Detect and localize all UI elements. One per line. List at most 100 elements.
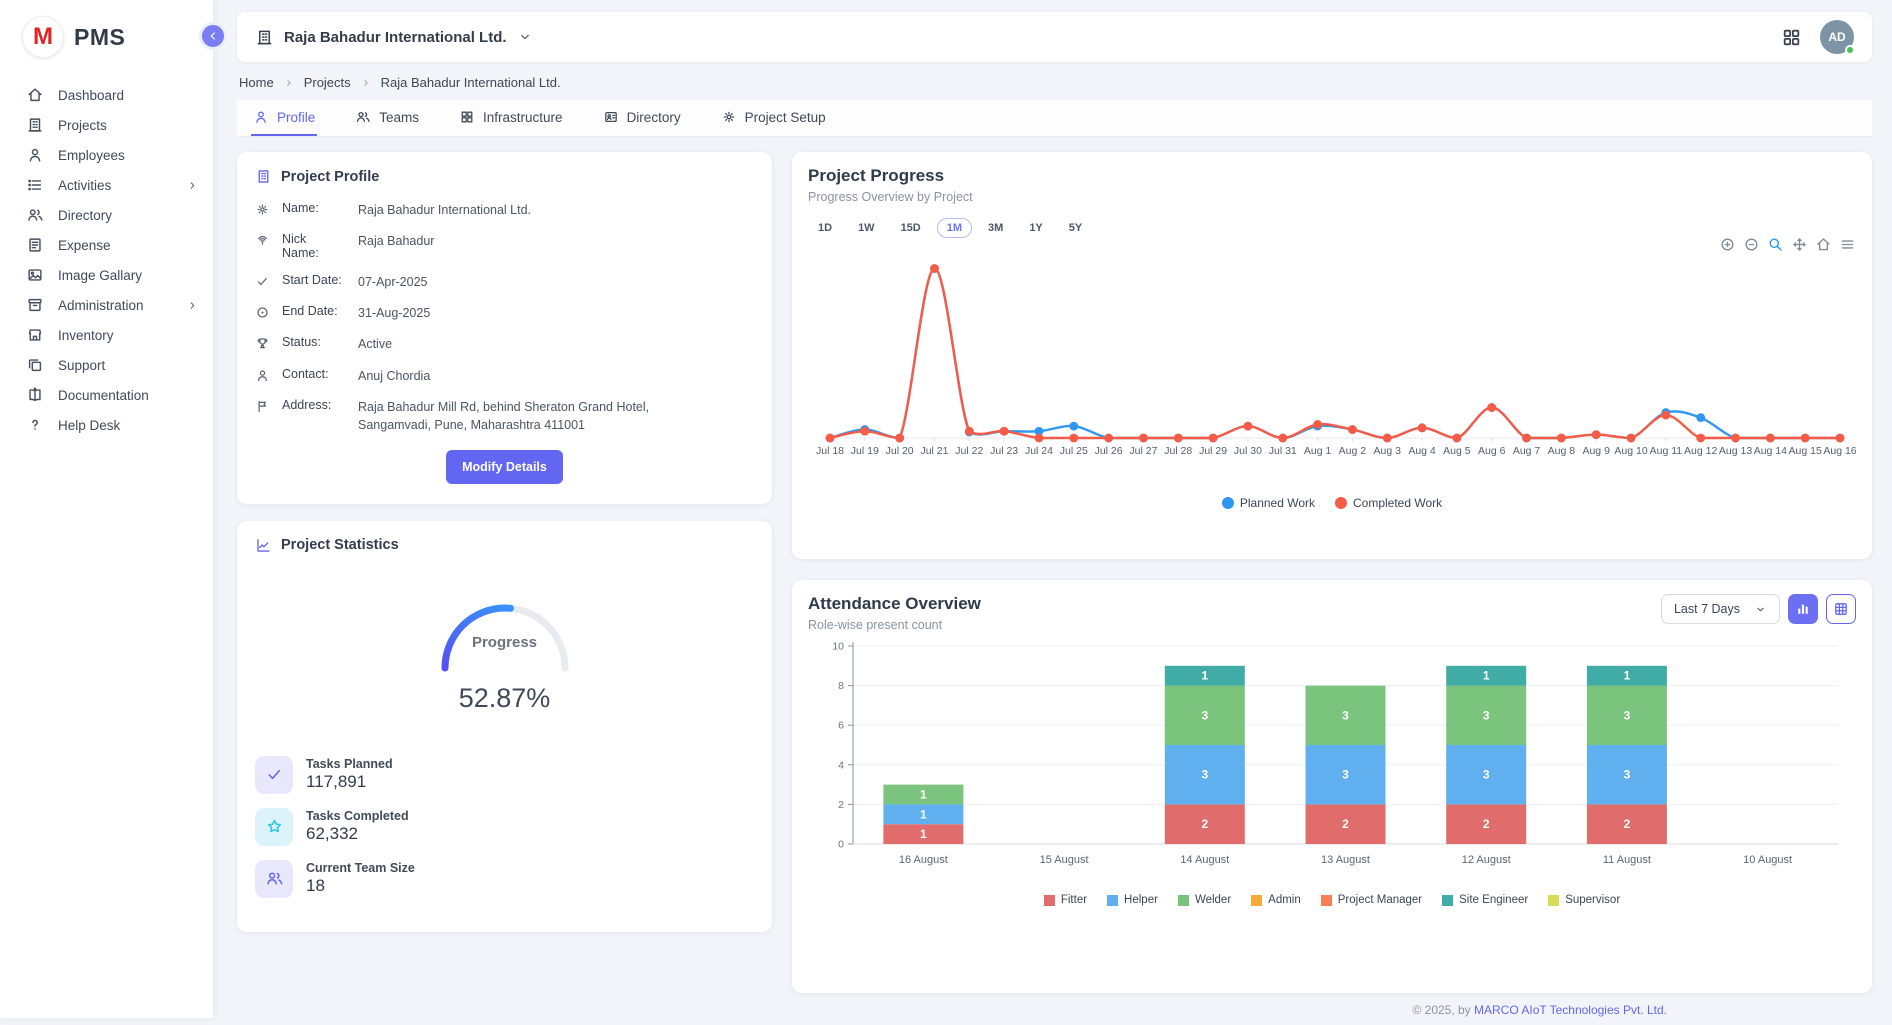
tab-teams[interactable]: Teams (353, 100, 421, 136)
sidebar-item-help-desk[interactable]: Help Desk (0, 410, 213, 440)
sidebar-item-administration[interactable]: Administration (0, 290, 213, 320)
zoomin-icon[interactable] (1719, 236, 1736, 253)
zoomout-icon[interactable] (1743, 236, 1760, 253)
header-actions: AD (1781, 20, 1854, 54)
attendance-bar-chart: 024681011116 August15 August233114 Augus… (808, 636, 1856, 894)
pan-icon[interactable] (1791, 236, 1808, 253)
stat-value: 117,891 (306, 772, 393, 792)
tab-profile[interactable]: Profile (251, 100, 317, 136)
attendance-card-subtitle: Role-wise present count (808, 618, 981, 632)
bars-icon[interactable] (1839, 236, 1856, 253)
building-icon (26, 116, 44, 134)
svg-text:3: 3 (1483, 768, 1490, 782)
svg-text:Aug 9: Aug 9 (1582, 445, 1610, 457)
legend-item-fitter[interactable]: Fitter (1044, 894, 1087, 906)
sidebar-item-support[interactable]: Support (0, 350, 213, 380)
svg-text:Jul 28: Jul 28 (1164, 445, 1192, 457)
magnifier-icon[interactable] (1767, 236, 1784, 253)
breadcrumb-item[interactable]: Projects (304, 75, 351, 90)
bar-chart-icon (1795, 601, 1811, 617)
svg-text:Aug 1: Aug 1 (1304, 445, 1332, 457)
bar-chart-view-button[interactable] (1788, 594, 1818, 624)
sidebar-item-label: Employees (58, 148, 125, 163)
tab-label: Infrastructure (483, 110, 563, 125)
stats-card-title: Project Statistics (281, 537, 399, 553)
footer: © 2025, by MARCO AIoT Technologies Pvt. … (237, 993, 1872, 1025)
range-5y[interactable]: 5Y (1059, 218, 1092, 238)
image-icon (26, 266, 44, 284)
sidebar-item-expense[interactable]: Expense (0, 230, 213, 260)
sidebar-collapse-button[interactable] (199, 22, 227, 50)
range-1w[interactable]: 1W (848, 218, 885, 238)
sidebar-item-dashboard[interactable]: Dashboard (0, 80, 213, 110)
apps-grid-icon[interactable] (1781, 27, 1802, 48)
field-label: Name: (282, 201, 346, 219)
progress-card-title: Project Progress (808, 166, 1856, 186)
company-selector[interactable]: Raja Bahadur International Ltd. (255, 28, 533, 47)
copy-icon (26, 356, 44, 374)
tab-label: Profile (277, 110, 315, 125)
svg-text:12 August: 12 August (1462, 854, 1511, 866)
sidebar-item-inventory[interactable]: Inventory (0, 320, 213, 350)
footer-company-link[interactable]: MARCO AIoT Technologies Pvt. Ltd. (1474, 1003, 1667, 1017)
table-view-button[interactable] (1826, 594, 1856, 624)
field-value: Raja Bahadur (358, 232, 434, 260)
legend-item-admin[interactable]: Admin (1251, 894, 1301, 906)
legend-item-helper[interactable]: Helper (1107, 894, 1158, 906)
chevron-left-icon (206, 29, 220, 43)
range-1d[interactable]: 1D (808, 218, 842, 238)
top-header: Raja Bahadur International Ltd. AD (237, 12, 1872, 62)
attendance-overview-card: Attendance Overview Role-wise present co… (792, 580, 1872, 993)
range-1y[interactable]: 1Y (1019, 218, 1052, 238)
sidebar-item-image-gallary[interactable]: Image Gallary (0, 260, 213, 290)
stat-label: Tasks Planned (306, 757, 393, 771)
sidebar-item-label: Dashboard (58, 88, 124, 103)
app-name: PMS (74, 24, 125, 51)
range-15d[interactable]: 15D (891, 218, 931, 238)
range-1m[interactable]: 1M (937, 218, 972, 238)
breadcrumb-item[interactable]: Home (239, 75, 274, 90)
grid-icon (459, 109, 475, 125)
range-3m[interactable]: 3M (978, 218, 1013, 238)
svg-text:2: 2 (1624, 817, 1631, 831)
legend-item-supervisor[interactable]: Supervisor (1548, 894, 1620, 906)
tab-infrastructure[interactable]: Infrastructure (457, 100, 565, 136)
table-icon (1833, 601, 1849, 617)
svg-text:Aug 3: Aug 3 (1374, 445, 1402, 457)
svg-text:Aug 11: Aug 11 (1650, 445, 1683, 457)
legend-dot (1222, 497, 1234, 509)
app-logo[interactable]: M PMS (0, 0, 213, 72)
store-icon (26, 326, 44, 344)
sidebar-item-label: Projects (58, 118, 107, 133)
profile-field: Contact:Anuj Chordia (255, 367, 754, 385)
legend-item-completed-work[interactable]: Completed Work (1335, 496, 1442, 510)
svg-text:Jul 27: Jul 27 (1129, 445, 1157, 457)
modify-details-button[interactable]: Modify Details (446, 450, 563, 484)
tab-directory[interactable]: Directory (601, 100, 683, 136)
svg-text:2: 2 (1342, 817, 1349, 831)
sidebar-item-employees[interactable]: Employees (0, 140, 213, 170)
legend-item-planned-work[interactable]: Planned Work (1222, 496, 1315, 510)
svg-text:Jul 30: Jul 30 (1234, 445, 1262, 457)
sidebar-item-projects[interactable]: Projects (0, 110, 213, 140)
user-avatar[interactable]: AD (1820, 20, 1854, 54)
chevron-down-icon (1754, 603, 1767, 616)
tab-project-setup[interactable]: Project Setup (719, 100, 828, 136)
legend-item-welder[interactable]: Welder (1178, 894, 1231, 906)
home-icon[interactable] (1815, 236, 1832, 253)
profile-field: Start Date:07-Apr-2025 (255, 273, 754, 291)
legend-item-site-engineer[interactable]: Site Engineer (1442, 894, 1528, 906)
legend-swatch (1107, 895, 1118, 906)
sidebar-item-documentation[interactable]: Documentation (0, 380, 213, 410)
svg-text:Aug 2: Aug 2 (1339, 445, 1367, 457)
sidebar-item-directory[interactable]: Directory (0, 200, 213, 230)
date-range-select[interactable]: Last 7 Days (1661, 594, 1780, 624)
profile-field: Status:Active (255, 335, 754, 353)
date-range-value: Last 7 Days (1674, 602, 1740, 616)
chart-toolbar (1719, 236, 1856, 253)
legend-label: Welder (1195, 894, 1231, 906)
svg-text:1: 1 (1483, 669, 1490, 683)
sidebar-item-activities[interactable]: Activities (0, 170, 213, 200)
legend-item-project-manager[interactable]: Project Manager (1321, 894, 1422, 906)
sidebar-nav: Dashboard Projects Employees ActivitiesDire… (0, 72, 213, 440)
